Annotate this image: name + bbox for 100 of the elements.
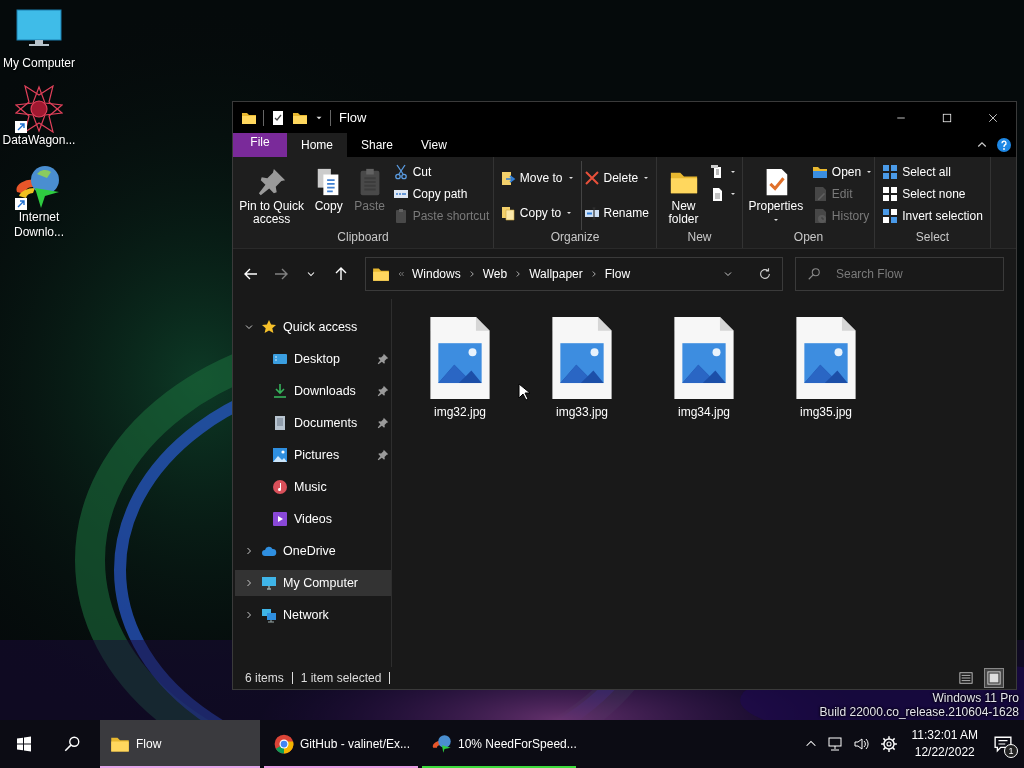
tree-label[interactable]: Documents [294, 416, 358, 430]
up-arrow-icon [333, 266, 349, 282]
tree-item[interactable]: Network [235, 602, 391, 628]
breadcrumb[interactable]: Web [482, 267, 508, 281]
window-title: Flow [339, 110, 367, 125]
file-tab[interactable]: File [233, 133, 287, 157]
image-file-icon [428, 317, 492, 399]
globe-icon [432, 734, 452, 754]
image-file-icon [794, 317, 858, 399]
tree-label[interactable]: Downloads [294, 384, 356, 398]
tree-label[interactable]: Music [294, 480, 327, 494]
file-item[interactable]: img35.jpg [771, 315, 881, 421]
chrome-icon [274, 734, 294, 754]
file-item[interactable]: img34.jpg [649, 315, 759, 421]
download-icon [272, 383, 288, 399]
desktop-icon-label[interactable]: My Computer [1, 56, 77, 71]
tree-label[interactable]: Quick access [283, 320, 358, 334]
clock-time[interactable]: 11:32:01 AM [911, 727, 978, 744]
network-icon[interactable] [827, 736, 844, 752]
clock-date[interactable]: 12/22/2022 [914, 744, 975, 761]
folder-icon [372, 265, 390, 283]
ribbon-command[interactable]: Properties [743, 161, 808, 224]
tree-label[interactable]: Pictures [294, 448, 340, 462]
ribbon-command[interactable]: New folder [662, 161, 705, 226]
file-item[interactable]: img32.jpg [405, 315, 515, 421]
tree-label[interactable]: OneDrive [283, 544, 336, 558]
ribbon-command[interactable]: Rename [583, 199, 651, 226]
tree-item[interactable]: Videos [235, 506, 391, 532]
tree-label[interactable]: Videos [294, 512, 332, 526]
ribbon-command[interactable]: Open [811, 161, 874, 183]
double-chevron-icon[interactable] [396, 269, 406, 279]
shortcut-arrow-icon [15, 198, 27, 210]
tree-item[interactable]: Desktop [235, 346, 391, 372]
pushpin-icon [256, 167, 287, 197]
file-name: img32.jpg [434, 405, 486, 419]
ribbon-group-label: Open [793, 230, 824, 246]
tree-item[interactable]: Music [235, 474, 391, 500]
tree-item[interactable]: Documents [235, 410, 391, 436]
back-arrow-icon [243, 266, 259, 282]
ribbon-command[interactable]: Copy [310, 161, 347, 213]
volume-icon[interactable] [853, 736, 870, 752]
help-icon[interactable] [996, 137, 1012, 153]
caret-icon [865, 168, 874, 176]
file-name: img33.jpg [556, 405, 608, 419]
properties-icon[interactable] [270, 109, 286, 126]
details-icon [959, 671, 973, 685]
tree-label[interactable]: Desktop [294, 352, 340, 366]
ribbon-command[interactable]: Select none [882, 183, 983, 205]
file-item[interactable]: img33.jpg [527, 315, 637, 421]
ribbon-command[interactable]: Select all [882, 161, 983, 183]
mouse-cursor-icon [518, 383, 530, 401]
tree-item[interactable]: Pictures [235, 442, 391, 468]
ribbon-group-label: Select [915, 230, 950, 246]
tree-label[interactable]: My Computer [283, 576, 359, 590]
tree-label[interactable]: Network [283, 608, 329, 622]
selection-count: 1 item selected [300, 671, 382, 685]
windows-logo-icon [16, 736, 32, 752]
settings-icon[interactable] [879, 735, 898, 753]
tree-item[interactable]: OneDrive [235, 538, 391, 564]
taskbar-app[interactable]: GitHub - valinet/Ex... [264, 720, 418, 768]
tree-item[interactable]: Downloads [235, 378, 391, 404]
forward-arrow-icon [273, 266, 289, 282]
breadcrumb[interactable]: Wallpaper [529, 267, 583, 281]
ribbon-command[interactable]: Cut [392, 161, 490, 183]
ribbon-tab[interactable]: Share [347, 133, 408, 157]
desktop-icon-label[interactable]: Internet Downlo... [1, 210, 77, 240]
refresh-icon[interactable] [758, 267, 772, 281]
file-name: img35.jpg [800, 405, 852, 419]
ribbon-group-label: Organize [550, 230, 600, 246]
ribbon-command[interactable]: Delete [583, 165, 651, 192]
image-file-icon [672, 317, 736, 399]
ribbon-tab[interactable]: Home [287, 133, 347, 157]
ribbon-tab[interactable]: View [407, 133, 461, 157]
ribbon-command[interactable]: Pin to Quick access [236, 161, 307, 226]
address-bar[interactable]: Windows Web Wallpaper Flow [365, 257, 783, 291]
ribbon-command[interactable]: Copy path [392, 183, 490, 205]
tree-item[interactable]: Quick access [235, 314, 391, 340]
invert-selection-icon [882, 208, 899, 224]
star-knot-icon[interactable] [15, 85, 63, 133]
search-icon [63, 735, 81, 753]
desktop-icon-label[interactable]: DataWagon... [1, 133, 77, 148]
taskbar-app[interactable]: 10% NeedForSpeed... [422, 720, 576, 768]
select-all-icon [882, 164, 899, 180]
taskbar-app[interactable]: Flow [100, 720, 260, 768]
ribbon-command[interactable]: Copy to [499, 199, 575, 226]
notification-badge: 1 [1004, 744, 1018, 758]
search-field[interactable]: Search Flow [795, 257, 1004, 291]
music-icon [272, 479, 288, 495]
search-icon [807, 267, 821, 281]
ribbon-command[interactable]: Invert selection [882, 205, 983, 227]
open-icon [811, 164, 828, 180]
close-icon [987, 111, 999, 124]
computer-icon [261, 575, 277, 591]
breadcrumb[interactable]: Windows [412, 267, 461, 281]
desktop-icon [272, 351, 288, 367]
ribbon-command[interactable]: Move to [499, 165, 575, 192]
notification-icon[interactable] [994, 735, 1012, 753]
large-icons-view-button[interactable] [984, 668, 1004, 688]
breadcrumb[interactable]: Flow [604, 267, 631, 281]
tree-item[interactable]: My Computer [235, 570, 391, 596]
